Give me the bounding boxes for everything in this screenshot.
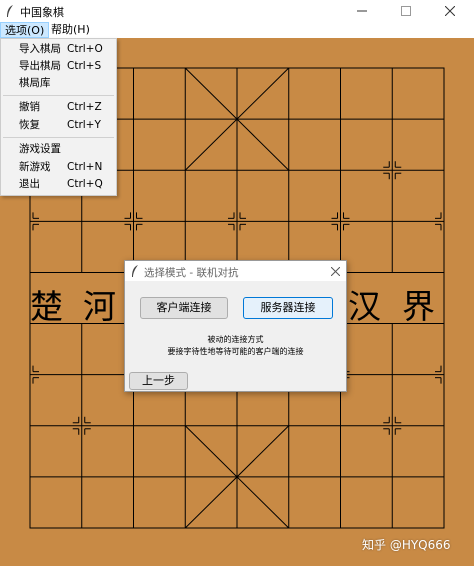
menu-item-label: 导出棋局 bbox=[19, 60, 61, 72]
client-connect-button[interactable]: 客户端连接 bbox=[140, 297, 228, 319]
close-button[interactable] bbox=[428, 0, 472, 22]
back-button[interactable]: 上一步 bbox=[129, 372, 188, 390]
close-icon bbox=[330, 266, 340, 277]
menu-item-label: 导入棋局 bbox=[19, 43, 61, 55]
maximize-icon bbox=[401, 6, 411, 16]
menu-item-accel: Ctrl+Y bbox=[67, 119, 101, 131]
title-bar: 中国象棋 bbox=[0, 0, 474, 22]
menu-item-label: 游戏设置 bbox=[19, 143, 61, 155]
river-text-han: 汉 bbox=[348, 287, 381, 326]
menu-item-accel: Ctrl+S bbox=[67, 60, 102, 72]
watermark: 知乎 @HYQ666 bbox=[362, 538, 451, 552]
mode-description-line1: 被动的连接方式 bbox=[207, 335, 264, 344]
menu-item-label: 新游戏 bbox=[19, 161, 51, 173]
window-title: 中国象棋 bbox=[20, 6, 64, 19]
menu-item-accel: Ctrl+O bbox=[67, 43, 103, 55]
minimize-icon bbox=[357, 10, 367, 12]
feather-icon bbox=[7, 5, 13, 17]
menu-item-label: 撤销 bbox=[19, 101, 40, 113]
river-text-chu: 楚 bbox=[30, 287, 63, 326]
river-text-he: 河 bbox=[83, 287, 116, 326]
mode-description-line2: 要接字待性地等待可能的客户端的连接 bbox=[167, 347, 304, 356]
options-dropdown: 导入棋局 Ctrl+O 导出棋局 Ctrl+S 棋局库 撤销 Ctrl+Z 恢复… bbox=[0, 38, 117, 196]
menu-item-accel: Ctrl+Z bbox=[67, 101, 102, 113]
menu-item-undo[interactable]: 撤销 Ctrl+Z bbox=[1, 99, 116, 116]
maximize-button[interactable] bbox=[384, 0, 428, 22]
menu-item-settings[interactable]: 游戏设置 bbox=[1, 141, 116, 158]
menu-separator bbox=[3, 95, 114, 96]
menu-item-quit[interactable]: 退出 Ctrl+Q bbox=[1, 176, 116, 193]
feather-icon bbox=[132, 265, 138, 277]
menu-help[interactable]: 帮助(H) bbox=[47, 22, 94, 38]
menu-item-label: 退出 bbox=[19, 178, 40, 190]
menu-options[interactable]: 选项(O) bbox=[0, 22, 50, 38]
menu-separator bbox=[3, 137, 114, 138]
close-icon bbox=[445, 6, 455, 16]
server-connect-button[interactable]: 服务器连接 bbox=[243, 297, 333, 319]
minimize-button[interactable] bbox=[340, 0, 384, 22]
menu-item-label: 恢复 bbox=[19, 119, 40, 131]
dialog-close-button[interactable] bbox=[327, 263, 343, 279]
dialog-title: 选择模式 - 联机对抗 bbox=[144, 267, 239, 279]
menu-bar: 选项(O) 帮助(H) bbox=[0, 22, 474, 38]
menu-item-accel: Ctrl+Q bbox=[67, 178, 103, 190]
menu-item-import[interactable]: 导入棋局 Ctrl+O bbox=[1, 41, 116, 58]
menu-item-accel: Ctrl+N bbox=[67, 161, 103, 173]
menu-item-redo[interactable]: 恢复 Ctrl+Y bbox=[1, 117, 116, 134]
menu-item-new-game[interactable]: 新游戏 Ctrl+N bbox=[1, 159, 116, 176]
menu-item-export[interactable]: 导出棋局 Ctrl+S bbox=[1, 58, 116, 75]
menu-item-library[interactable]: 棋局库 bbox=[1, 75, 116, 92]
river-text-jie: 界 bbox=[402, 287, 435, 326]
dialog-title-bar: 选择模式 - 联机对抗 bbox=[125, 261, 346, 281]
menu-item-label: 棋局库 bbox=[19, 77, 51, 89]
mode-select-dialog: 选择模式 - 联机对抗 客户端连接 服务器连接 被动的连接方式 要接字待性地等待… bbox=[124, 260, 347, 392]
